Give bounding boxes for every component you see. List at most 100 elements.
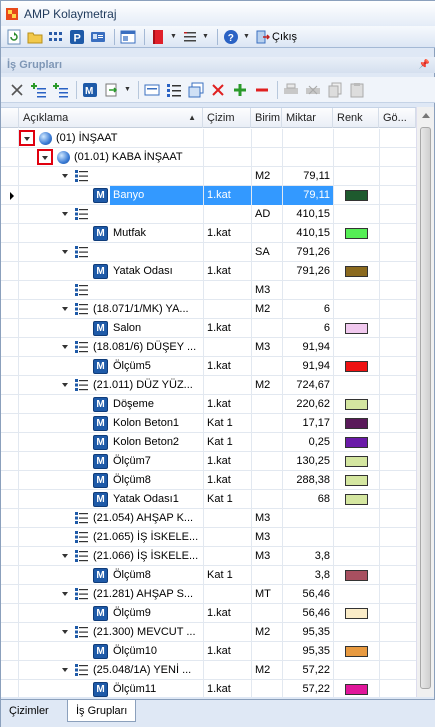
row-indicator[interactable] <box>1 224 19 243</box>
id-card-icon[interactable] <box>89 28 107 46</box>
help-icon[interactable]: ? <box>222 28 240 46</box>
row-indicator[interactable] <box>1 395 19 414</box>
chevron-down-icon[interactable] <box>62 554 68 558</box>
color-swatch[interactable] <box>345 437 368 448</box>
row-indicator[interactable] <box>1 547 19 566</box>
chevron-down-icon[interactable]: ▼ <box>202 33 210 40</box>
table-row[interactable]: (21.300) MEVCUT ... M2 95,35 <box>1 623 416 642</box>
add-subgroup-icon[interactable] <box>51 80 71 100</box>
table-row[interactable]: (18.071/1/MK) YA... M2 6 <box>1 300 416 319</box>
open-folder-icon[interactable] <box>26 28 44 46</box>
pin-icon[interactable]: 📌 <box>419 59 430 70</box>
row-indicator[interactable] <box>1 471 19 490</box>
print-preview-icon[interactable] <box>303 80 323 100</box>
chevron-down-icon[interactable] <box>62 174 68 178</box>
color-swatch[interactable] <box>345 418 368 429</box>
chevron-down-icon[interactable]: ▼ <box>124 86 132 93</box>
column-header-go[interactable]: Gö... <box>379 108 416 128</box>
scrollbar-thumb[interactable] <box>420 127 431 689</box>
m-icon[interactable]: M <box>80 80 100 100</box>
row-indicator[interactable] <box>1 129 19 148</box>
book-icon[interactable] <box>149 28 167 46</box>
chevron-down-icon[interactable] <box>62 307 68 311</box>
table-row[interactable]: M Yatak Odası1 Kat 1 68 <box>1 490 416 509</box>
tab-cizimler[interactable]: Çizimler <box>1 700 57 722</box>
row-indicator[interactable] <box>1 300 19 319</box>
vertical-scrollbar[interactable] <box>416 107 434 697</box>
table-row[interactable]: M Yatak Odası 1.kat 791,26 <box>1 262 416 281</box>
grid-icon[interactable] <box>47 28 65 46</box>
chevron-down-icon[interactable] <box>62 668 68 672</box>
table-row[interactable]: M Ölçüm8 1.kat 288,38 <box>1 471 416 490</box>
row-indicator[interactable] <box>1 680 19 697</box>
collapse-toggle[interactable] <box>19 130 35 146</box>
row-indicator[interactable] <box>1 262 19 281</box>
column-header-desc[interactable]: Açıklama ▲ <box>19 108 203 128</box>
table-row[interactable]: (21.011) DÜZ YÜZ... M2 724,67 <box>1 376 416 395</box>
row-indicator[interactable] <box>1 167 19 186</box>
tab-is-gruplari[interactable]: İş Grupları <box>67 700 137 722</box>
row-indicator[interactable] <box>1 509 19 528</box>
list-menu-icon[interactable] <box>181 28 199 46</box>
table-row[interactable]: M Ölçüm10 1.kat 95,35 <box>1 642 416 661</box>
row-indicator[interactable] <box>1 281 19 300</box>
column-header-miktar[interactable]: Miktar <box>282 108 333 128</box>
table-row[interactable]: M Banyo 1.kat 79,11 <box>1 186 416 205</box>
row-indicator[interactable] <box>1 186 19 205</box>
row-indicator[interactable] <box>1 490 19 509</box>
table-row[interactable]: M Ölçüm8 Kat 1 3,8 <box>1 566 416 585</box>
color-swatch[interactable] <box>345 475 368 486</box>
table-row[interactable]: M Kolon Beton1 Kat 1 17,17 <box>1 414 416 433</box>
color-swatch[interactable] <box>345 228 368 239</box>
column-header-cizim[interactable]: Çizim <box>203 108 251 128</box>
table-row[interactable]: M3 <box>1 281 416 300</box>
table-row[interactable]: M Ölçüm11 1.kat 57,22 <box>1 680 416 697</box>
form-icon[interactable] <box>142 80 162 100</box>
row-indicator[interactable] <box>1 148 19 167</box>
chevron-down-icon[interactable] <box>62 250 68 254</box>
row-indicator[interactable] <box>1 623 19 642</box>
chevron-down-icon[interactable]: ▼ <box>243 33 251 40</box>
collapse-toggle[interactable] <box>37 149 53 165</box>
row-indicator[interactable] <box>1 376 19 395</box>
table-row[interactable]: (21.065) İŞ İSKELE... M3 <box>1 528 416 547</box>
delete-icon[interactable] <box>208 80 228 100</box>
chevron-down-icon[interactable] <box>62 630 68 634</box>
plus-icon[interactable] <box>230 80 250 100</box>
row-indicator[interactable] <box>1 566 19 585</box>
scroll-up-icon[interactable] <box>422 113 430 118</box>
color-swatch[interactable] <box>345 266 368 277</box>
copy-window-icon[interactable] <box>186 80 206 100</box>
color-swatch[interactable] <box>345 570 368 581</box>
table-row[interactable]: (21.281) AHŞAP S... MT 56,46 <box>1 585 416 604</box>
table-row[interactable]: M Salon 1.kat 6 <box>1 319 416 338</box>
row-indicator[interactable] <box>1 528 19 547</box>
color-swatch[interactable] <box>345 399 368 410</box>
color-swatch[interactable] <box>345 684 368 695</box>
row-indicator[interactable] <box>1 433 19 452</box>
row-indicator[interactable] <box>1 642 19 661</box>
table-row[interactable]: (01.01) KABA İNŞAAT <box>1 148 416 167</box>
chevron-down-icon[interactable]: ▼ <box>170 33 178 40</box>
add-group-icon[interactable] <box>29 80 49 100</box>
color-swatch[interactable] <box>345 646 368 657</box>
color-swatch[interactable] <box>345 456 368 467</box>
table-row[interactable]: M Ölçüm7 1.kat 130,25 <box>1 452 416 471</box>
row-indicator[interactable] <box>1 338 19 357</box>
export-icon[interactable] <box>102 80 122 100</box>
column-header-birim[interactable]: Birim <box>251 108 282 128</box>
color-swatch[interactable] <box>345 361 368 372</box>
color-swatch[interactable] <box>345 323 368 334</box>
chevron-down-icon[interactable] <box>62 345 68 349</box>
table-row[interactable]: M Ölçüm5 1.kat 91,94 <box>1 357 416 376</box>
table-row[interactable]: (21.054) AHŞAP K... M3 <box>1 509 416 528</box>
list-icon[interactable] <box>164 80 184 100</box>
color-swatch[interactable] <box>345 190 368 201</box>
minus-icon[interactable] <box>252 80 272 100</box>
window-icon[interactable] <box>119 28 137 46</box>
row-indicator[interactable] <box>1 414 19 433</box>
table-row[interactable]: AD 410,15 <box>1 205 416 224</box>
exit-button[interactable]: Çıkış <box>256 30 297 44</box>
chevron-down-icon[interactable] <box>62 212 68 216</box>
row-indicator[interactable] <box>1 452 19 471</box>
